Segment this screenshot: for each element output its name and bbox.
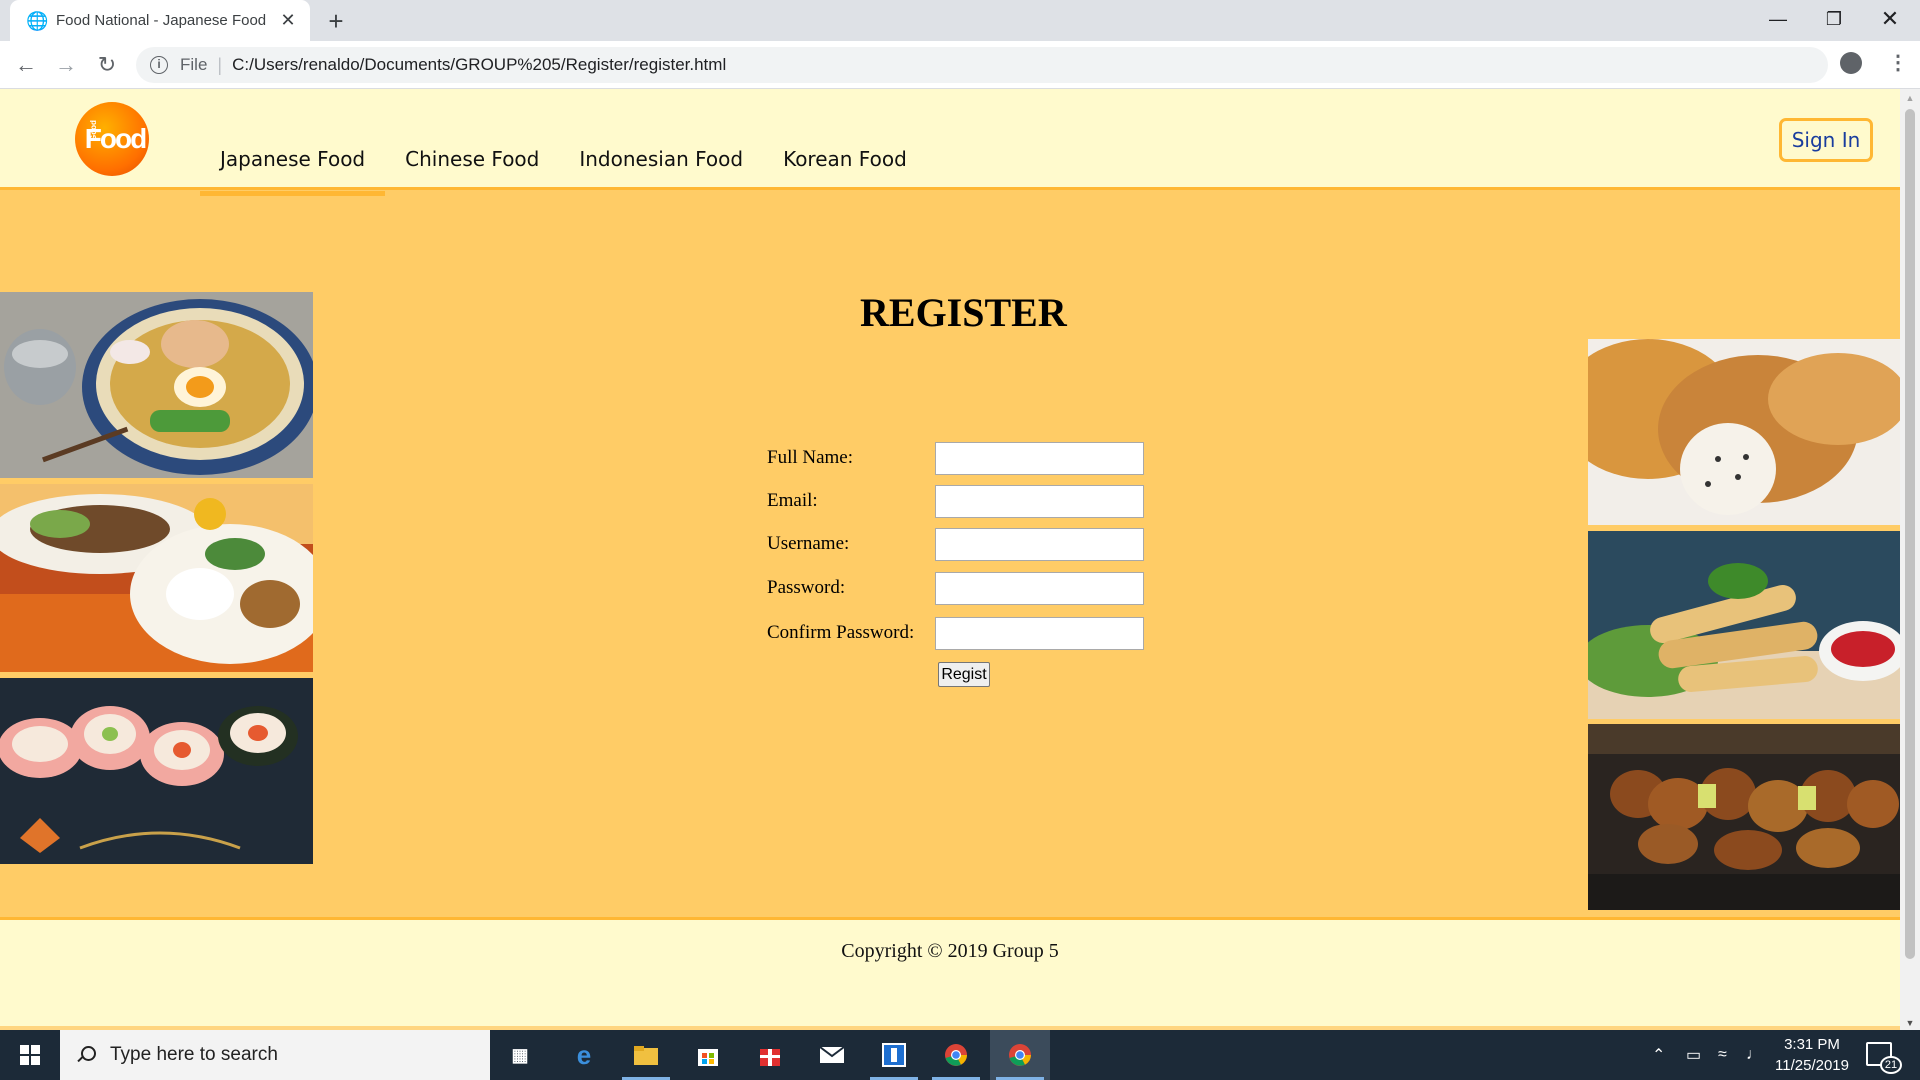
app-window-icon	[880, 1042, 908, 1068]
windows-logo-icon	[20, 1045, 40, 1065]
mail-taskbar-app[interactable]	[802, 1030, 862, 1080]
chrome-icon	[942, 1042, 970, 1068]
file-explorer-taskbar-app[interactable]	[616, 1030, 676, 1080]
chrome-icon	[1006, 1042, 1034, 1068]
gift-taskbar-app[interactable]	[740, 1030, 800, 1080]
nav-indonesian-food[interactable]: Indonesian Food	[559, 139, 763, 191]
task-view-button[interactable]: ▦	[490, 1030, 550, 1080]
restore-button[interactable]: ❐	[1806, 0, 1862, 38]
tab-title: Food National - Japanese Food	[56, 12, 267, 29]
chrome-active-taskbar-app[interactable]	[990, 1030, 1050, 1080]
register-form: REGISTER Full Name: Email: Username: Pas…	[760, 289, 1160, 687]
url-text[interactable]: C:/Users/renaldo/Documents/GROUP%205/Reg…	[232, 55, 726, 75]
mail-icon	[818, 1042, 846, 1068]
url-separator: |	[217, 54, 223, 75]
clock-time: 3:31 PM	[1784, 1036, 1840, 1053]
back-button[interactable]: ←	[12, 51, 40, 79]
confirm-password-label: Confirm Password:	[767, 622, 915, 643]
store-bag-icon	[694, 1042, 722, 1068]
nav-japanese-food[interactable]: Japanese Food	[200, 139, 386, 196]
task-view-icon: ▦	[511, 1044, 529, 1065]
reload-button[interactable]: ↻	[93, 51, 121, 79]
page-viewport: Good Food Japanese Food Chinese Food Ind…	[0, 89, 1900, 1030]
battery-icon[interactable]: ▭	[1686, 1030, 1701, 1080]
email-label: Email:	[767, 490, 818, 511]
start-button[interactable]	[0, 1030, 60, 1080]
ebi-tempura-image	[1588, 531, 1900, 719]
edge-taskbar-app[interactable]: e	[554, 1030, 614, 1080]
scheme-label: File	[180, 55, 208, 74]
tray-chevron-icon[interactable]: ⌃	[1652, 1030, 1665, 1080]
sign-in-button[interactable]: Sign In	[1779, 118, 1873, 162]
main-nav: Japanese Food Chinese Food Indonesian Fo…	[200, 139, 927, 196]
taskbar-search[interactable]: Type here to search	[60, 1030, 490, 1080]
nav-korean-food[interactable]: Korean Food	[763, 139, 927, 191]
scroll-down-arrow-icon[interactable]: ▼	[1900, 1018, 1920, 1028]
info-icon[interactable]: i	[150, 56, 168, 74]
full-name-input[interactable]	[935, 441, 1144, 475]
windows-taskbar: Type here to search ▦ e ⌃ ▭ ≈ ♩ 3:31 PM …	[0, 1030, 1920, 1080]
vertical-scrollbar[interactable]: ▲ ▼	[1900, 89, 1920, 1030]
app-taskbar-app[interactable]	[864, 1030, 924, 1080]
browser-tab[interactable]: 🌐 Food National - Japanese Food ✕	[10, 0, 310, 41]
password-row: Password:	[767, 571, 1144, 605]
taskbar-clock[interactable]: 3:31 PM 11/25/2019	[1772, 1034, 1852, 1076]
full-name-row: Full Name:	[767, 441, 1144, 475]
yakitori-image	[1588, 724, 1900, 910]
scroll-up-arrow-icon[interactable]: ▲	[1900, 93, 1920, 103]
password-input[interactable]	[935, 571, 1144, 605]
search-icon	[76, 1045, 96, 1065]
confirm-password-input[interactable]	[935, 616, 1144, 650]
site-footer: Copyright © 2019 Group 5	[0, 917, 1900, 1030]
tab-strip: 🌐 Food National - Japanese Food ✕ + — ❐ …	[0, 0, 1920, 41]
globe-icon: 🌐	[26, 10, 49, 31]
site-header: Good Food Japanese Food Chinese Food Ind…	[0, 89, 1900, 196]
forward-button[interactable]: →	[52, 51, 80, 79]
confirm-password-row: Confirm Password:	[767, 616, 1144, 650]
search-placeholder: Type here to search	[110, 1044, 278, 1065]
site-logo[interactable]: Good Food	[75, 102, 149, 176]
store-taskbar-app[interactable]	[678, 1030, 738, 1080]
address-bar[interactable]: i File | C:/Users/renaldo/Documents/GROU…	[136, 47, 1828, 83]
register-title: REGISTER	[860, 290, 1067, 335]
regist-button[interactable]: Regist	[938, 662, 990, 687]
chrome-taskbar-app[interactable]	[926, 1030, 986, 1080]
volume-icon[interactable]: ♩	[1746, 1030, 1762, 1080]
close-tab-icon[interactable]: ✕	[278, 10, 298, 31]
ramen-bowl-image	[0, 292, 313, 478]
profile-avatar-icon[interactable]	[1840, 52, 1862, 74]
wifi-icon[interactable]: ≈	[1718, 1030, 1727, 1080]
minimize-button[interactable]: —	[1750, 0, 1806, 38]
username-input[interactable]	[935, 527, 1144, 561]
email-row: Email:	[767, 484, 1144, 518]
sushi-rolls-image	[0, 678, 313, 864]
logo-subtext: Good	[88, 120, 98, 141]
nav-chinese-food[interactable]: Chinese Food	[385, 139, 559, 191]
notification-count-badge: 21	[1880, 1056, 1902, 1074]
password-label: Password:	[767, 577, 846, 598]
close-window-button[interactable]: ✕	[1862, 0, 1918, 38]
clock-date: 11/25/2019	[1775, 1057, 1849, 1074]
gift-icon	[756, 1042, 784, 1068]
full-name-label: Full Name:	[767, 447, 854, 468]
browser-toolbar: ← → ↻ i File | C:/Users/renaldo/Document…	[0, 41, 1920, 89]
inari-sushi-image	[1588, 339, 1900, 525]
japanese-plate-image	[0, 484, 313, 672]
browser-menu-icon[interactable]: ⋮	[1888, 50, 1908, 75]
scrollbar-thumb[interactable]	[1905, 109, 1915, 959]
folder-icon	[632, 1042, 660, 1068]
username-label: Username:	[767, 533, 850, 554]
new-tab-button[interactable]: +	[322, 8, 350, 36]
copyright-text: Copyright © 2019 Group 5	[841, 940, 1059, 962]
username-row: Username:	[767, 527, 1144, 561]
email-input[interactable]	[935, 484, 1144, 518]
edge-icon: e	[576, 1039, 592, 1070]
